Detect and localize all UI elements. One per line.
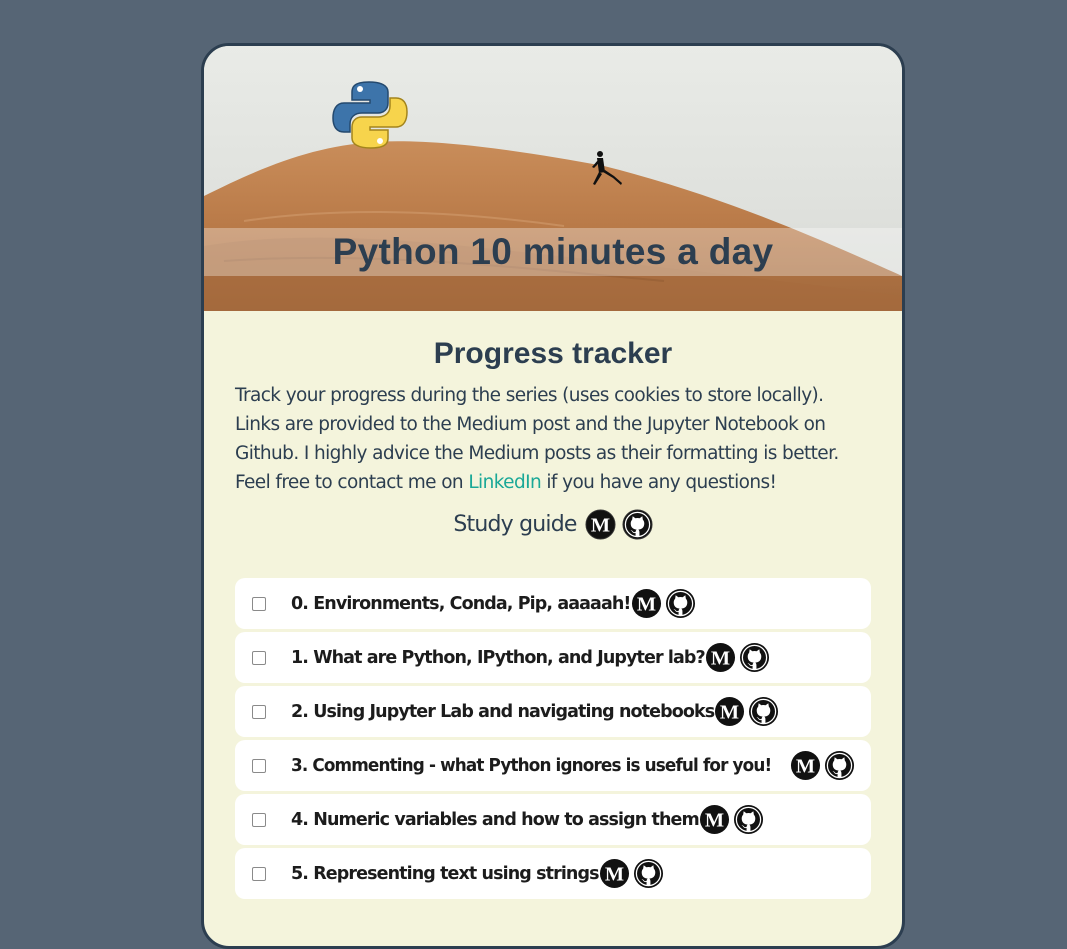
svg-text:M: M <box>720 701 739 723</box>
lesson-row: 3. Commenting - what Python ignores is u… <box>235 740 871 791</box>
main-content: Progress tracker Track your progress dur… <box>204 311 902 899</box>
lesson-links: M <box>699 804 764 835</box>
medium-icon[interactable]: M <box>699 804 730 835</box>
lesson-links: M <box>631 588 696 619</box>
lesson-row: 4. Numeric variables and how to assign t… <box>235 794 871 845</box>
lesson-checkbox[interactable] <box>252 596 266 611</box>
lesson-checkbox[interactable] <box>252 866 266 881</box>
github-icon[interactable] <box>733 804 764 835</box>
python-logo <box>332 81 408 149</box>
medium-icon[interactable]: M <box>714 696 745 727</box>
lesson-checkbox[interactable] <box>252 758 266 773</box>
lesson-label: 4. Numeric variables and how to assign t… <box>291 809 700 830</box>
lesson-row: 2. Using Jupyter Lab and navigating note… <box>235 686 871 737</box>
study-guide: Study guide M <box>235 509 871 540</box>
lesson-row: 5. Representing text using strings M <box>235 848 871 899</box>
banner-title: Python 10 minutes a day <box>332 231 774 272</box>
lesson-checkbox[interactable] <box>252 650 266 665</box>
lesson-row: 0. Environments, Conda, Pip, aaaaah! M <box>235 578 871 629</box>
svg-text:M: M <box>705 809 724 831</box>
github-icon[interactable] <box>622 509 653 540</box>
page-title: Progress tracker <box>433 337 673 370</box>
svg-text:M: M <box>796 755 815 777</box>
svg-text:M: M <box>605 863 624 885</box>
tracker-card: Python 10 minutes a day Progress tracker… <box>201 43 905 949</box>
github-icon[interactable] <box>633 858 664 889</box>
lesson-links: M <box>714 696 779 727</box>
intro-text-end: if you have any questions! <box>541 472 777 493</box>
github-icon[interactable] <box>748 696 779 727</box>
title-banner: Python 10 minutes a day <box>204 228 902 276</box>
medium-icon[interactable]: M <box>790 750 821 781</box>
lesson-links: M <box>599 858 664 889</box>
github-icon[interactable] <box>739 642 770 673</box>
lesson-links: M <box>790 750 855 781</box>
lesson-list: 0. Environments, Conda, Pip, aaaaah! M 1… <box>235 578 871 899</box>
svg-text:M: M <box>591 514 610 536</box>
lesson-links: M <box>705 642 770 673</box>
intro-text: Track your progress during the series (u… <box>235 381 871 497</box>
lesson-checkbox[interactable] <box>252 812 266 827</box>
medium-icon[interactable]: M <box>705 642 736 673</box>
lesson-label: 2. Using Jupyter Lab and navigating note… <box>291 701 715 722</box>
lesson-label: 1. What are Python, IPython, and Jupyter… <box>291 647 706 668</box>
linkedin-link[interactable]: LinkedIn <box>468 472 541 493</box>
github-icon[interactable] <box>665 588 696 619</box>
hero-banner: Python 10 minutes a day <box>204 46 902 311</box>
medium-icon[interactable]: M <box>599 858 630 889</box>
study-guide-label: Study guide <box>453 512 577 537</box>
medium-icon[interactable]: M <box>631 588 662 619</box>
lesson-row: 1. What are Python, IPython, and Jupyter… <box>235 632 871 683</box>
lesson-label: 0. Environments, Conda, Pip, aaaaah! <box>291 593 631 614</box>
lesson-label: 3. Commenting - what Python ignores is u… <box>290 755 772 776</box>
lesson-checkbox[interactable] <box>252 704 266 719</box>
github-icon[interactable] <box>824 750 855 781</box>
lesson-label: 5. Representing text using strings <box>291 863 600 884</box>
svg-text:M: M <box>711 647 730 669</box>
svg-text:M: M <box>636 593 655 615</box>
medium-icon[interactable]: M <box>585 509 616 540</box>
